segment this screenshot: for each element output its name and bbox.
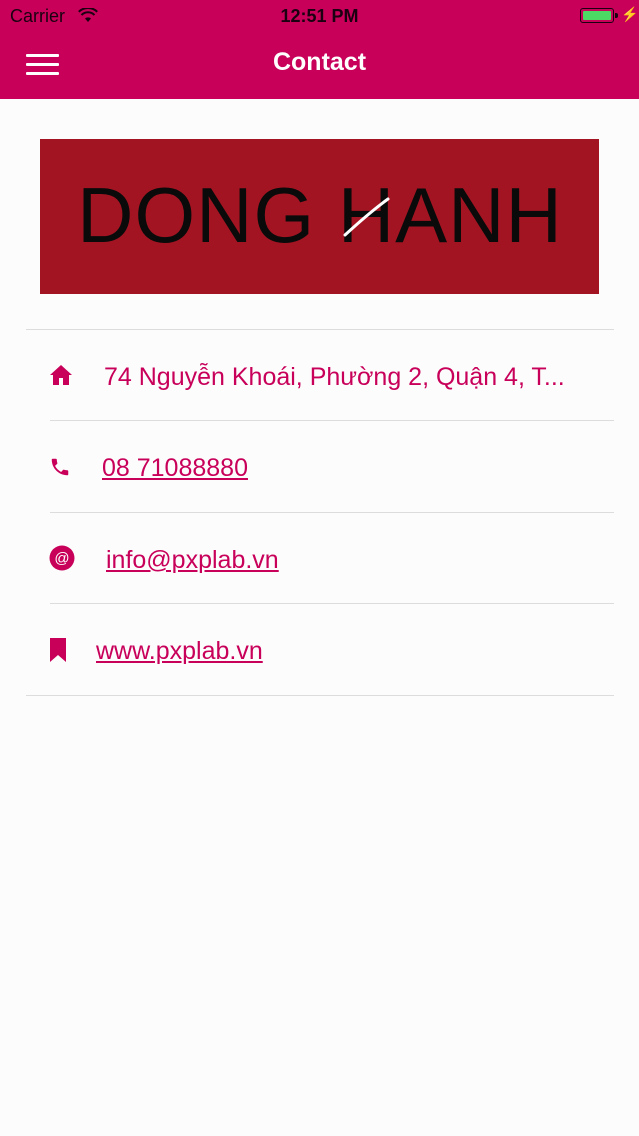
address-text: 74 Nguyễn Khoái, Phường 2, Quận 4, T...	[104, 363, 565, 391]
divider	[26, 329, 614, 330]
divider	[50, 420, 614, 421]
logo-wordmark: DONG HANH	[77, 177, 563, 257]
contact-row-phone[interactable]: 08 71088880	[0, 422, 639, 512]
clock: 12:51 PM	[280, 6, 359, 26]
divider	[50, 603, 614, 604]
divider	[50, 512, 614, 513]
phone-link[interactable]: 08 71088880	[102, 454, 248, 483]
status-bar: Carrier 12:51 PM ⚡	[0, 0, 639, 34]
svg-text:@: @	[54, 550, 69, 567]
contact-row-address[interactable]: 74 Nguyễn Khoái, Phường 2, Quận 4, T...	[0, 331, 639, 421]
bookmark-icon	[50, 638, 66, 667]
website-link[interactable]: www.pxplab.vn	[96, 637, 263, 666]
page-title: Contact	[272, 48, 367, 76]
contact-row-website[interactable]: www.pxplab.vn	[0, 605, 639, 695]
logo-text: DONG HANH	[77, 177, 563, 257]
at-sign-icon: @	[49, 545, 75, 576]
navigation-bar: Carrier 12:51 PM ⚡ Contact	[0, 0, 639, 99]
home-icon	[49, 364, 73, 391]
contact-row-email[interactable]: @ info@pxplab.vn	[0, 514, 639, 604]
divider	[26, 695, 614, 696]
charging-icon: ⚡	[621, 6, 639, 22]
email-link[interactable]: info@pxplab.vn	[106, 546, 279, 575]
company-logo: DONG HANH	[40, 139, 599, 294]
phone-icon	[49, 456, 71, 483]
battery-icon	[580, 8, 618, 23]
